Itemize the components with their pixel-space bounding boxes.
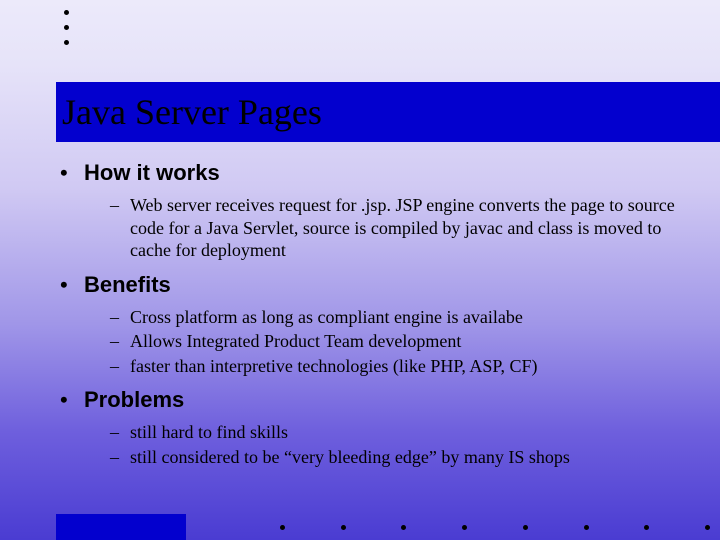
dot-icon bbox=[644, 525, 649, 530]
dot-icon bbox=[280, 525, 285, 530]
slide: Java Server Pages • How it works – Web s… bbox=[0, 0, 720, 540]
list-item: – Cross platform as long as compliant en… bbox=[110, 306, 680, 329]
section-items: – still hard to find skills – still cons… bbox=[110, 421, 680, 468]
bullet-icon: • bbox=[60, 387, 84, 413]
list-item: – faster than interpretive technologies … bbox=[110, 355, 680, 378]
list-item: – Allows Integrated Product Team develop… bbox=[110, 330, 680, 353]
dot-icon bbox=[401, 525, 406, 530]
footer-accent-bar bbox=[56, 514, 186, 540]
item-text: still considered to be “very bleeding ed… bbox=[130, 446, 680, 469]
list-item: – still hard to find skills bbox=[110, 421, 680, 444]
item-text: Web server receives request for .jsp. JS… bbox=[130, 194, 680, 262]
section-how-it-works: • How it works – Web server receives req… bbox=[60, 160, 680, 262]
dash-icon: – bbox=[110, 330, 130, 353]
item-text: Cross platform as long as compliant engi… bbox=[130, 306, 680, 329]
top-decorative-dots bbox=[64, 10, 69, 45]
dot-icon bbox=[584, 525, 589, 530]
bottom-decorative-dots bbox=[280, 525, 710, 530]
dot-icon bbox=[462, 525, 467, 530]
section-heading: • How it works bbox=[60, 160, 680, 186]
dash-icon: – bbox=[110, 446, 130, 469]
section-benefits: • Benefits – Cross platform as long as c… bbox=[60, 272, 680, 378]
item-text: Allows Integrated Product Team developme… bbox=[130, 330, 680, 353]
section-items: – Web server receives request for .jsp. … bbox=[110, 194, 680, 262]
dot-icon bbox=[523, 525, 528, 530]
bullet-icon: • bbox=[60, 160, 84, 186]
section-heading-text: Problems bbox=[84, 387, 184, 413]
section-heading-text: How it works bbox=[84, 160, 220, 186]
dot-icon bbox=[341, 525, 346, 530]
section-heading: • Problems bbox=[60, 387, 680, 413]
dash-icon: – bbox=[110, 421, 130, 444]
list-item: – still considered to be “very bleeding … bbox=[110, 446, 680, 469]
dot-icon bbox=[64, 25, 69, 30]
item-text: still hard to find skills bbox=[130, 421, 680, 444]
dash-icon: – bbox=[110, 355, 130, 378]
title-bar: Java Server Pages bbox=[56, 82, 720, 142]
dash-icon: – bbox=[110, 194, 130, 262]
dot-icon bbox=[64, 10, 69, 15]
dot-icon bbox=[64, 40, 69, 45]
item-text: faster than interpretive technologies (l… bbox=[130, 355, 680, 378]
section-problems: • Problems – still hard to find skills –… bbox=[60, 387, 680, 468]
list-item: – Web server receives request for .jsp. … bbox=[110, 194, 680, 262]
section-items: – Cross platform as long as compliant en… bbox=[110, 306, 680, 378]
section-heading-text: Benefits bbox=[84, 272, 171, 298]
dot-icon bbox=[705, 525, 710, 530]
slide-title: Java Server Pages bbox=[62, 94, 322, 130]
dash-icon: – bbox=[110, 306, 130, 329]
section-heading: • Benefits bbox=[60, 272, 680, 298]
slide-content: • How it works – Web server receives req… bbox=[60, 160, 680, 478]
bullet-icon: • bbox=[60, 272, 84, 298]
